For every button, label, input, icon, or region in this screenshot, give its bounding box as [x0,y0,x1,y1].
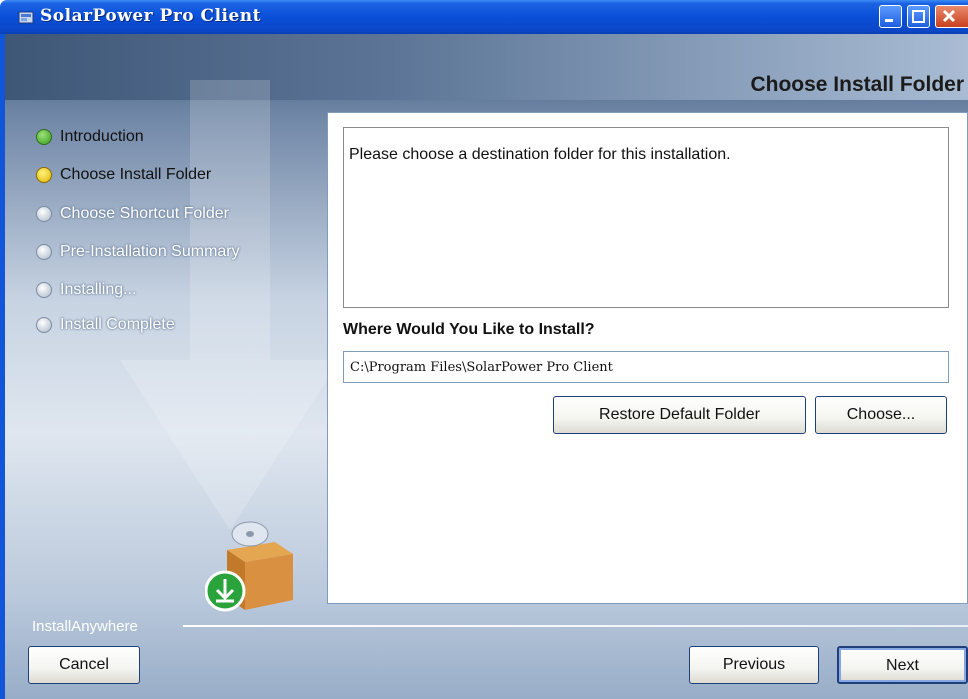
step-label: Choose Shortcut Folder [60,205,229,222]
page-title: Choose Install Folder [750,73,964,96]
step-installing: Installing... [36,281,136,299]
close-button[interactable] [935,5,968,28]
pending-dot-icon [36,206,52,222]
restore-default-folder-button[interactable]: Restore Default Folder [553,396,806,434]
window-title: SolarPower Pro Client [40,6,262,26]
step-label: Install Complete [60,316,175,333]
step-label: Installing... [60,281,137,298]
minimize-button[interactable] [879,5,902,28]
box-install-icon [205,521,293,612]
footer-divider [183,625,968,627]
install-path-input[interactable] [343,351,949,383]
previous-button[interactable]: Previous [689,646,819,684]
next-button[interactable]: Next [837,646,968,684]
step-pre-installation-summary: Pre-Installation Summary [36,243,240,261]
step-choose-install-folder: Choose Install Folder [36,166,211,184]
maximize-button[interactable] [907,5,930,28]
minimize-icon [885,19,893,22]
pending-dot-icon [36,282,52,298]
step-install-complete: Install Complete [36,316,175,334]
check-icon [36,129,52,145]
step-introduction: Introduction [36,128,144,146]
brand-label: InstallAnywhere [32,618,138,635]
pending-dot-icon [36,317,52,333]
installer-icon [18,11,34,24]
install-location-label: Where Would You Like to Install? [343,321,595,338]
step-label: Introduction [60,128,144,145]
close-icon [942,9,956,23]
choose-folder-button[interactable]: Choose... [815,396,947,434]
maximize-icon [912,10,925,23]
installer-window: SolarPower Pro Client Choose Install Fol… [0,0,968,699]
step-label: Pre-Installation Summary [60,243,240,260]
pending-dot-icon [36,244,52,260]
title-bar[interactable]: SolarPower Pro Client [0,0,968,34]
step-choose-shortcut-folder: Choose Shortcut Folder [36,205,229,223]
step-label: Choose Install Folder [60,166,212,183]
instruction-text: Please choose a destination folder for t… [349,146,731,163]
arrow-right-icon [36,167,52,183]
cancel-button[interactable]: Cancel [28,646,140,684]
